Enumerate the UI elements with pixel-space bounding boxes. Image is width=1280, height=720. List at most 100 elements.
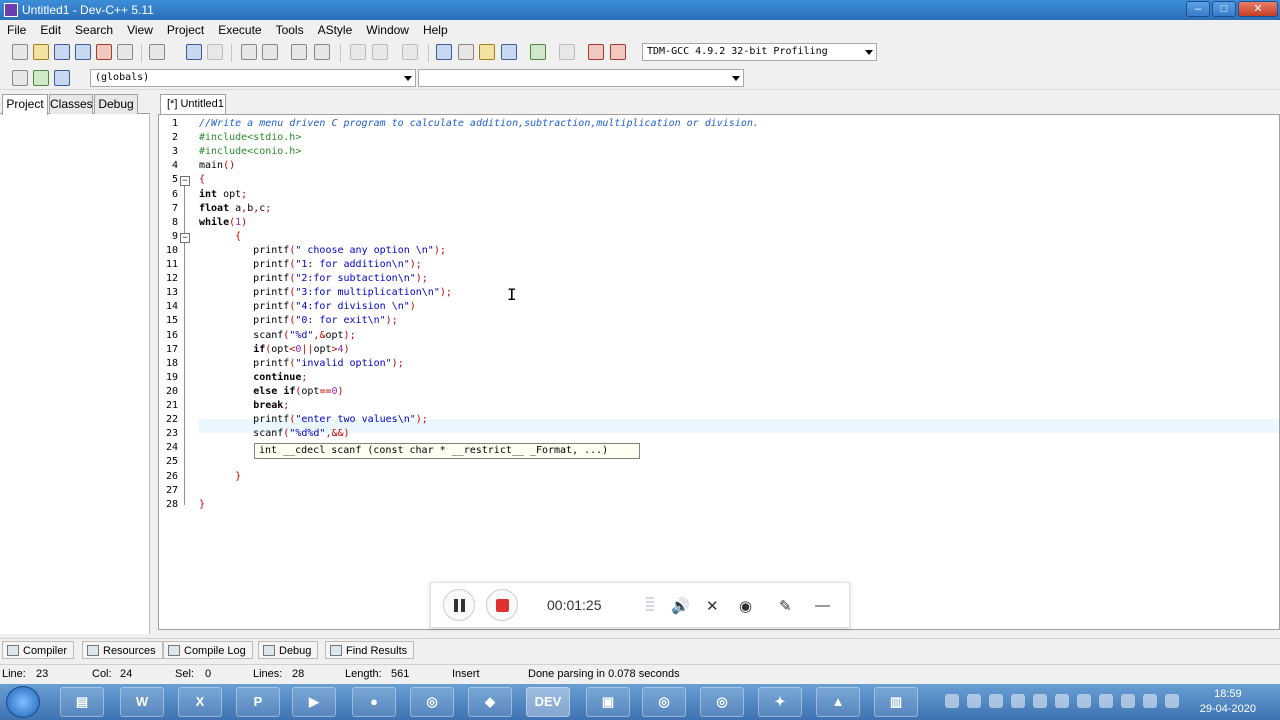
start-button[interactable]	[6, 686, 40, 718]
code-line[interactable]: printf(" choose any option \n");	[199, 245, 446, 256]
tab-debug[interactable]: Debug	[94, 94, 138, 114]
goto-line-icon[interactable]	[291, 44, 307, 60]
chrome-taskbar-icon[interactable]: ◎	[410, 687, 454, 717]
code-line[interactable]: printf("0: for exit\n");	[199, 315, 398, 326]
app-orange-taskbar-icon[interactable]: ✦	[758, 687, 802, 717]
menu-window[interactable]: Window	[359, 20, 416, 40]
code-line[interactable]: scanf("%d",&opt);	[199, 330, 355, 341]
tray-icon[interactable]	[1033, 694, 1047, 708]
pause-recording-button[interactable]	[443, 589, 475, 621]
compile-run-icon[interactable]	[479, 44, 495, 60]
tray-icon[interactable]	[1011, 694, 1025, 708]
firefox-taskbar-icon[interactable]: ●	[352, 687, 396, 717]
menu-file[interactable]: File	[0, 20, 33, 40]
app-grey-taskbar-icon[interactable]: ▣	[586, 687, 630, 717]
app-red-taskbar-icon[interactable]: ◆	[468, 687, 512, 717]
tray-icon[interactable]	[945, 694, 959, 708]
member-select[interactable]	[418, 69, 744, 87]
tray-icon[interactable]	[989, 694, 1003, 708]
code-line[interactable]: {	[199, 174, 205, 185]
print-icon[interactable]	[149, 44, 165, 60]
find-icon[interactable]	[241, 44, 257, 60]
maximize-window-button[interactable]: □	[1212, 1, 1236, 17]
tray-icon[interactable]	[1143, 694, 1157, 708]
tab-debug-output[interactable]: Debug	[258, 641, 319, 659]
save-all-icon[interactable]	[75, 44, 91, 60]
devcpp-taskbar-icon[interactable]: DEV	[526, 687, 570, 717]
scope-select[interactable]: (globals)	[90, 69, 416, 87]
stop-execution-icon[interactable]	[559, 44, 575, 60]
close-file-icon[interactable]	[96, 44, 112, 60]
fold-collapse-icon[interactable]: −	[180, 176, 190, 187]
stop-recording-button[interactable]	[486, 589, 518, 621]
media-player-taskbar-icon[interactable]: ▶	[292, 687, 336, 717]
tab-find-results[interactable]: Find Results	[325, 641, 415, 659]
volume-tray-icon[interactable]	[1165, 694, 1179, 708]
word-taskbar-icon[interactable]: W	[120, 687, 164, 717]
code-line[interactable]: printf("invalid option");	[199, 358, 404, 369]
camera-icon[interactable]: ◉	[739, 597, 752, 615]
save-icon[interactable]	[54, 44, 70, 60]
new-class-icon[interactable]	[33, 70, 49, 86]
code-line[interactable]: printf("enter two values\n");	[199, 414, 428, 425]
code-line[interactable]: while(1)	[199, 217, 247, 228]
tab-classes[interactable]: Classes	[49, 94, 93, 114]
tab-compiler[interactable]: Compiler	[2, 641, 75, 659]
code-line[interactable]: break;	[199, 400, 289, 411]
profile-icon[interactable]	[588, 44, 604, 60]
debug-toggle-icon[interactable]	[54, 70, 70, 86]
code-line[interactable]: printf("1: for addition\n");	[199, 259, 422, 270]
menu-search[interactable]: Search	[68, 20, 120, 40]
forward-icon[interactable]	[372, 44, 388, 60]
code-line[interactable]: if(opt<0||opt>4)	[199, 344, 349, 355]
compiler-select[interactable]: TDM-GCC 4.9.2 32-bit Profiling	[642, 43, 877, 61]
run-icon[interactable]	[458, 44, 474, 60]
explorer-taskbar-icon[interactable]: ▤	[60, 687, 104, 717]
menu-tools[interactable]: Tools	[269, 20, 311, 40]
menu-view[interactable]: View	[120, 20, 160, 40]
code-editor[interactable]: 1 2 3 4 5 6 7 8 9 10 11 12 13 14 15 16 17 18 19 20 21 22 23 24 2…	[158, 114, 1280, 630]
delete-profile-icon[interactable]	[610, 44, 626, 60]
pen-icon[interactable]: ✎	[779, 597, 792, 615]
chrome-taskbar-icon-2[interactable]: ◎	[642, 687, 686, 717]
insert-code-icon[interactable]	[12, 70, 28, 86]
menu-project[interactable]: Project	[160, 20, 211, 40]
code-line[interactable]: #include<stdio.h>	[199, 132, 301, 143]
tab-untitled1[interactable]: [*] Untitled1	[160, 94, 226, 114]
code-line[interactable]: #include<conio.h>	[199, 146, 301, 157]
code-line[interactable]: {	[199, 231, 241, 242]
mic-off-icon[interactable]: ✕	[706, 597, 719, 615]
code-line[interactable]: printf("2:for subtaction\n");	[199, 273, 428, 284]
close-window-button[interactable]: ✕	[1238, 1, 1278, 17]
replace-icon[interactable]	[262, 44, 278, 60]
tray-icon[interactable]	[967, 694, 981, 708]
code-line[interactable]: }	[199, 499, 205, 510]
minimize-window-button[interactable]: –	[1186, 1, 1210, 17]
menu-help[interactable]: Help	[416, 20, 455, 40]
code-line[interactable]: //Write a menu driven C program to calcu…	[199, 118, 759, 129]
redo-icon[interactable]	[207, 44, 223, 60]
chrome-taskbar-icon-3[interactable]: ◎	[700, 687, 744, 717]
menu-execute[interactable]: Execute	[211, 20, 268, 40]
menu-astyle[interactable]: AStyle	[311, 20, 360, 40]
code-line[interactable]: main()	[199, 160, 235, 171]
code-line[interactable]: int opt;	[199, 189, 247, 200]
indent-icon[interactable]	[314, 44, 330, 60]
tray-icon[interactable]	[1099, 694, 1113, 708]
tab-resources[interactable]: Resources	[82, 641, 163, 659]
powerpoint-taskbar-icon[interactable]: P	[236, 687, 280, 717]
close-all-icon[interactable]	[117, 44, 133, 60]
new-file-icon[interactable]	[12, 44, 28, 60]
code-line[interactable]: }	[199, 471, 241, 482]
code-line[interactable]: scanf("%d%d",&&)	[199, 428, 349, 439]
tray-icon[interactable]	[1077, 694, 1091, 708]
back-icon[interactable]	[350, 44, 366, 60]
code-line[interactable]: printf("4:for division \n")	[199, 301, 416, 312]
tab-compile-log[interactable]: Compile Log	[163, 641, 253, 659]
open-file-icon[interactable]	[33, 44, 49, 60]
rebuild-all-icon[interactable]	[501, 44, 517, 60]
tab-project[interactable]: Project	[2, 94, 48, 115]
volume-icon[interactable]: 🔊	[671, 597, 690, 615]
code-line[interactable]: float a,b,c;	[199, 203, 271, 214]
minimize-icon[interactable]: —	[815, 597, 830, 614]
